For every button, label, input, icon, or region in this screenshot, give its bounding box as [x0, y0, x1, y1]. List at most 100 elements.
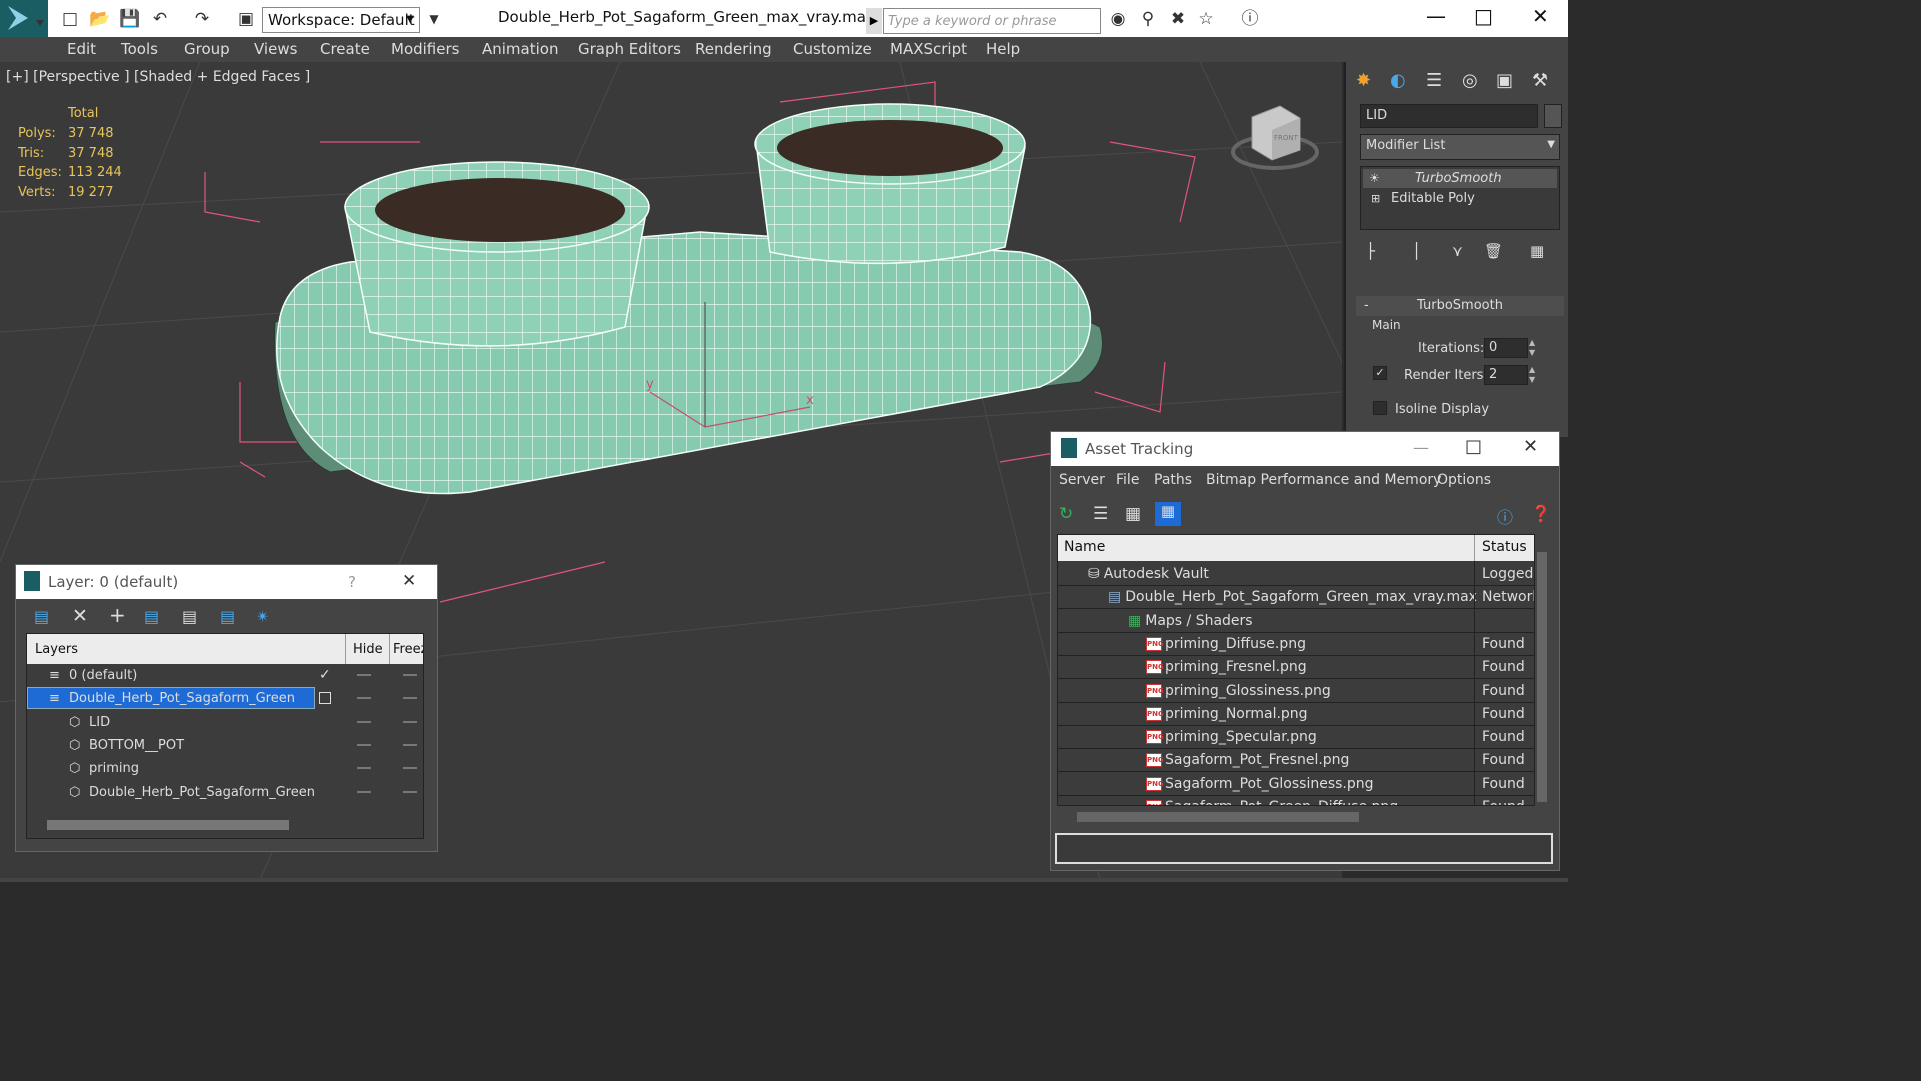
add-to-layer-icon[interactable]: +: [109, 603, 126, 627]
menu-animation[interactable]: Animation: [482, 40, 558, 58]
viewport-label[interactable]: [+] [Perspective ] [Shaded + Edged Faces…: [6, 69, 310, 85]
expand-icon[interactable]: ⊞: [1371, 189, 1380, 208]
utilities-tab-icon[interactable]: ⚒: [1532, 70, 1548, 91]
asset-row[interactable]: PNGpriming_Glossiness.png Found: [1058, 680, 1534, 703]
freeze-toggle[interactable]: [403, 743, 417, 746]
menu-group[interactable]: Group: [184, 40, 230, 58]
project-icon[interactable]: ▣: [234, 7, 258, 31]
layer-help-button[interactable]: ?: [348, 573, 356, 591]
asset-menu-server[interactable]: Server: [1059, 472, 1105, 488]
select-layer-objects-icon[interactable]: ▤: [144, 607, 159, 626]
minimize-icon[interactable]: —: [1426, 4, 1446, 28]
configure-sets-icon[interactable]: ▦: [1530, 242, 1544, 260]
stack-item-turbosmooth[interactable]: ☀ TurboSmooth: [1363, 169, 1557, 188]
undo-icon[interactable]: ↶: [148, 7, 172, 31]
set-current-layer-icon[interactable]: ▤: [220, 607, 235, 626]
isoline-checkbox[interactable]: [1373, 401, 1387, 415]
create-tab-icon[interactable]: ✸: [1356, 70, 1371, 91]
hide-toggle[interactable]: [357, 697, 371, 700]
object-color-swatch[interactable]: [1544, 104, 1562, 128]
close-icon[interactable]: ✕: [402, 571, 416, 591]
close-icon[interactable]: ✕: [1523, 436, 1538, 457]
menu-maxscript[interactable]: MAXScript: [890, 40, 967, 58]
col-layers-header[interactable]: Layers: [35, 642, 78, 657]
save-file-icon[interactable]: 💾: [118, 7, 142, 31]
refresh-icon[interactable]: ↻: [1059, 504, 1073, 524]
modify-tab-icon[interactable]: ◐: [1390, 70, 1406, 91]
tree-view-icon[interactable]: ▦: [1125, 504, 1141, 524]
workspace-menu-icon[interactable]: ▼: [422, 7, 446, 31]
search-arrow-icon[interactable]: ▶: [866, 8, 882, 34]
asset-tracking-titlebar[interactable]: Asset Tracking — □ ✕: [1051, 432, 1559, 466]
asset-row[interactable]: PNGSagaform_Pot_Fresnel.png Found: [1058, 749, 1534, 773]
asset-path-field[interactable]: [1055, 833, 1553, 864]
asset-menu-paths[interactable]: Paths: [1154, 472, 1192, 488]
col-status-header[interactable]: Status: [1482, 539, 1527, 555]
asset-row[interactable]: ▦ Maps / Shaders: [1058, 610, 1534, 633]
set-current-box-icon[interactable]: [319, 692, 331, 705]
menu-views[interactable]: Views: [254, 40, 297, 58]
menu-rendering[interactable]: Rendering: [695, 40, 772, 58]
asset-menu-options[interactable]: Options: [1437, 472, 1491, 488]
app-logo-icon[interactable]: [0, 0, 48, 37]
show-end-result-icon[interactable]: │: [1412, 242, 1421, 260]
menu-edit[interactable]: Edit: [67, 40, 96, 58]
layer-row[interactable]: ⬡ LID: [27, 711, 423, 734]
render-iters-input[interactable]: 2: [1484, 365, 1528, 385]
open-file-icon[interactable]: 📂: [88, 7, 112, 31]
hide-toggle[interactable]: [357, 767, 371, 770]
delete-layer-icon[interactable]: ✕: [72, 605, 88, 627]
hide-toggle[interactable]: [357, 720, 371, 723]
asset-menu-file[interactable]: File: [1116, 472, 1139, 488]
freeze-toggle[interactable]: [403, 790, 417, 793]
key-icon[interactable]: ⚲: [1136, 7, 1160, 31]
asset-row[interactable]: PNGpriming_Normal.png Found: [1058, 703, 1534, 726]
object-name-field[interactable]: LID: [1360, 104, 1538, 128]
asset-menu-bitmap[interactable]: Bitmap Performance and Memory: [1206, 472, 1441, 488]
make-unique-icon[interactable]: ⋎: [1452, 242, 1463, 260]
layer-row[interactable]: ≡ Double_Herb_Pot_Sagaform_Green: [27, 687, 423, 710]
menu-customize[interactable]: Customize: [793, 40, 872, 58]
remove-modifier-icon[interactable]: 🗑: [1484, 242, 1503, 260]
help-context-icon[interactable]: ❓: [1531, 504, 1551, 523]
search-input[interactable]: Type a keyword or phrase: [883, 8, 1101, 34]
minimize-icon[interactable]: —: [1413, 438, 1429, 457]
help-icon[interactable]: ⓘ: [1497, 504, 1513, 528]
asset-row[interactable]: PNGSagaform_Pot_Green_Diffuse.png Found: [1058, 796, 1534, 805]
asset-row[interactable]: ⛁ Autodesk Vault Logged: [1058, 563, 1534, 586]
asset-row[interactable]: PNGSagaform_Pot_Glossiness.png Found: [1058, 773, 1534, 796]
binoculars-icon[interactable]: ◉: [1106, 7, 1130, 31]
asset-row[interactable]: PNGpriming_Specular.png Found: [1058, 726, 1534, 750]
asset-vertical-scrollbar[interactable]: [1537, 552, 1547, 802]
render-iters-spinner[interactable]: ▲ ▼: [1529, 365, 1535, 385]
select-layer-icon[interactable]: ▤: [182, 607, 197, 626]
maximize-icon[interactable]: □: [1474, 4, 1493, 28]
render-iters-checkbox[interactable]: ✓: [1373, 366, 1387, 380]
menu-tools[interactable]: Tools: [121, 40, 158, 58]
table-view-icon[interactable]: ▦: [1155, 502, 1181, 526]
turbosmooth-rollout-header[interactable]: - TurboSmooth: [1356, 296, 1564, 316]
maximize-icon[interactable]: □: [1465, 436, 1482, 457]
freeze-toggle[interactable]: [403, 767, 417, 770]
star-icon[interactable]: ☆: [1194, 7, 1218, 31]
list-view-icon[interactable]: ☰: [1093, 504, 1108, 524]
layer-row[interactable]: ⬡ priming: [27, 757, 423, 780]
col-freeze-header[interactable]: Freez: [393, 642, 423, 657]
hide-all-layers-icon[interactable]: ✴: [256, 607, 269, 626]
hide-toggle[interactable]: [357, 743, 371, 746]
freeze-toggle[interactable]: [403, 720, 417, 723]
menu-graph-editors[interactable]: Graph Editors: [578, 40, 681, 58]
modifier-list-dropdown[interactable]: Modifier List ▼: [1360, 134, 1560, 160]
layer-row[interactable]: ⬡ Double_Herb_Pot_Sagaform_Green: [27, 781, 423, 804]
workspace-dropdown[interactable]: Workspace: Default ▼: [262, 7, 420, 33]
asset-row[interactable]: PNGpriming_Diffuse.png Found: [1058, 633, 1534, 656]
iterations-input[interactable]: 0: [1484, 338, 1528, 358]
new-file-icon[interactable]: □: [58, 7, 82, 31]
stack-item-editable-poly[interactable]: ⊞ Editable Poly: [1363, 189, 1557, 208]
freeze-toggle[interactable]: [403, 674, 417, 676]
asset-row[interactable]: PNGpriming_Fresnel.png Found: [1058, 656, 1534, 680]
asset-row[interactable]: ▤ Double_Herb_Pot_Sagaform_Green_max_vray…: [1058, 586, 1534, 610]
display-tab-icon[interactable]: ▣: [1496, 70, 1513, 91]
layer-horizontal-scrollbar[interactable]: [47, 820, 289, 830]
layer-row[interactable]: ≡ 0 (default) ✓: [27, 664, 423, 687]
